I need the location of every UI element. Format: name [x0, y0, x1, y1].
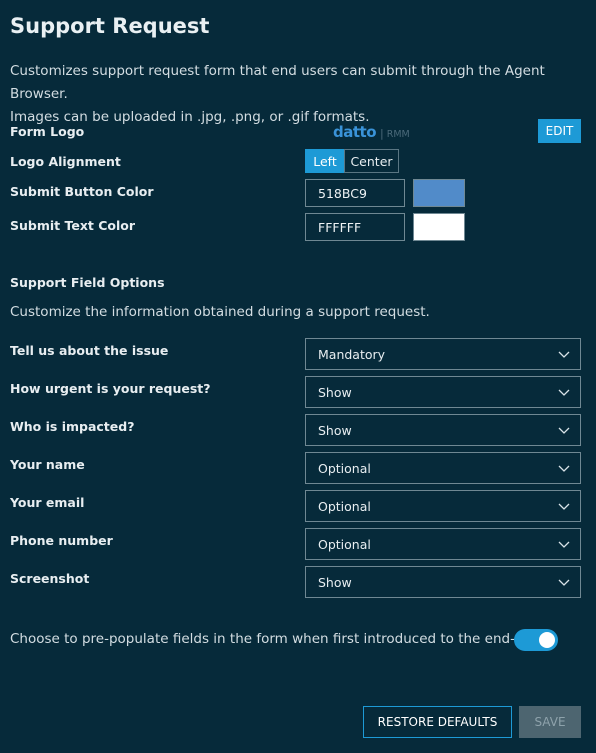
save-button[interactable]: SAVE	[519, 706, 581, 738]
chevron-down-icon	[558, 351, 570, 358]
field-select-impacted[interactable]: Show	[305, 414, 581, 446]
field-label-urgency: How urgent is your request?	[10, 381, 211, 396]
alignment-left-button[interactable]: Left	[305, 149, 345, 173]
field-select-issue[interactable]: Mandatory	[305, 338, 581, 370]
logo-alignment-label: Logo Alignment	[10, 154, 121, 169]
logo-product-text: RMM	[386, 129, 410, 140]
page-title: Support Request	[10, 14, 210, 38]
form-logo-preview: datto | RMM	[333, 122, 410, 141]
field-select-value: Show	[318, 422, 352, 438]
prepopulate-label: Choose to pre-populate fields in the for…	[10, 631, 548, 647]
chevron-down-icon	[558, 503, 570, 510]
field-select-value: Optional	[318, 498, 371, 514]
support-field-options-heading: Support Field Options	[10, 275, 165, 290]
chevron-down-icon	[558, 541, 570, 548]
submit-button-color-label: Submit Button Color	[10, 184, 154, 199]
submit-text-color-input[interactable]: FFFFFF	[305, 213, 405, 241]
field-select-email[interactable]: Optional	[305, 490, 581, 522]
field-select-value: Optional	[318, 460, 371, 476]
submit-text-color-swatch[interactable]	[413, 213, 465, 241]
alignment-center-button[interactable]: Center	[344, 149, 399, 173]
toggle-knob	[539, 632, 555, 648]
field-label-issue: Tell us about the issue	[10, 343, 169, 358]
restore-defaults-button[interactable]: RESTORE DEFAULTS	[363, 706, 512, 738]
field-select-value: Show	[318, 384, 352, 400]
edit-logo-button[interactable]: EDIT	[538, 119, 581, 143]
field-label-screenshot: Screenshot	[10, 571, 90, 586]
support-field-options-description: Customize the information obtained durin…	[10, 304, 430, 320]
field-select-urgency[interactable]: Show	[305, 376, 581, 408]
field-label-impacted: Who is impacted?	[10, 419, 135, 434]
chevron-down-icon	[558, 389, 570, 396]
chevron-down-icon	[558, 427, 570, 434]
chevron-down-icon	[558, 579, 570, 586]
field-select-value: Show	[318, 574, 352, 590]
field-select-name[interactable]: Optional	[305, 452, 581, 484]
form-logo-label: Form Logo	[10, 124, 85, 139]
field-label-email: Your email	[10, 495, 85, 510]
description-line-2: Images can be uploaded in .jpg, .png, or…	[10, 109, 370, 125]
chevron-down-icon	[558, 465, 570, 472]
description-line-1: Customizes support request form that end…	[10, 63, 545, 102]
field-label-phone: Phone number	[10, 533, 113, 548]
submit-button-color-swatch[interactable]	[413, 179, 465, 207]
prepopulate-toggle[interactable]	[514, 629, 558, 651]
logo-separator: |	[380, 127, 384, 140]
field-label-name: Your name	[10, 457, 85, 472]
field-select-value: Optional	[318, 536, 371, 552]
field-select-value: Mandatory	[318, 346, 386, 362]
logo-brand-text: datto	[333, 123, 377, 141]
field-select-phone[interactable]: Optional	[305, 528, 581, 560]
submit-text-color-label: Submit Text Color	[10, 218, 136, 233]
page-description: Customizes support request form that end…	[10, 60, 580, 129]
field-select-screenshot[interactable]: Show	[305, 566, 581, 598]
submit-button-color-input[interactable]: 518BC9	[305, 179, 405, 207]
